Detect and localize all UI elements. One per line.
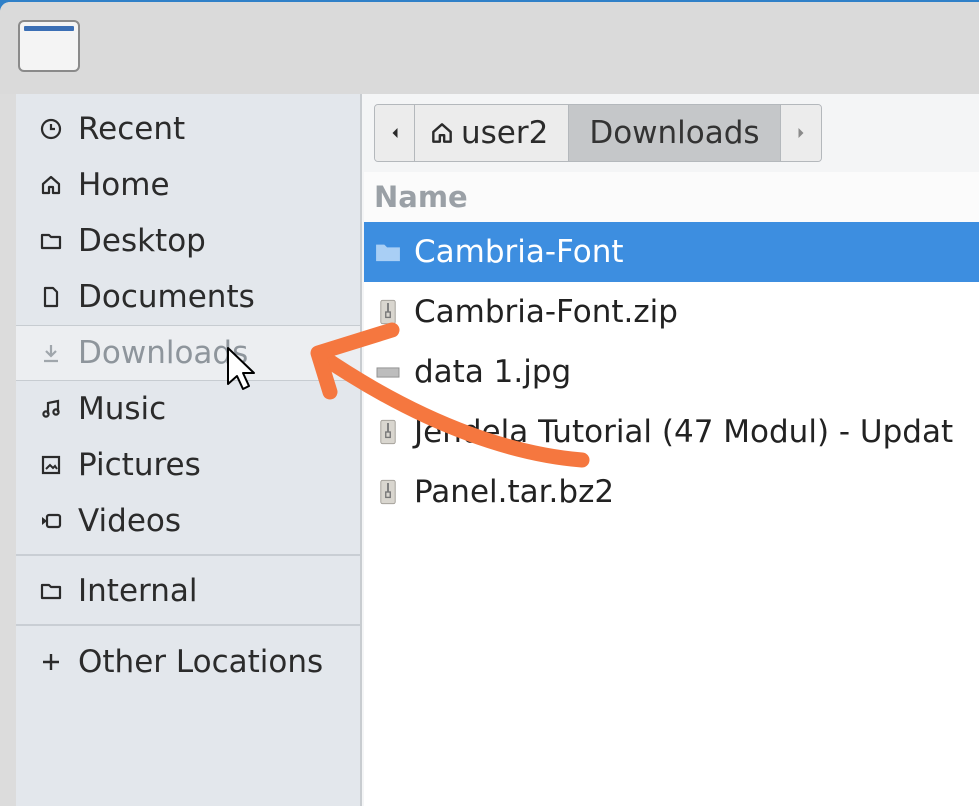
archive-icon xyxy=(374,415,402,449)
sidebar-item-label: Music xyxy=(78,391,167,427)
column-header-name[interactable]: Name xyxy=(364,172,979,222)
sidebar-separator xyxy=(16,554,360,556)
sidebar-item-internal[interactable]: Internal xyxy=(16,563,360,619)
places-sidebar: Recent Home Desktop Documents Downloads … xyxy=(16,94,360,806)
sidebar-item-label: Recent xyxy=(78,111,186,147)
video-icon xyxy=(38,507,64,535)
image-file-icon xyxy=(374,355,402,389)
sidebar-separator xyxy=(16,624,360,626)
path-current-label: Downloads xyxy=(589,115,760,151)
path-scroll-right-button[interactable] xyxy=(780,105,821,161)
file-row[interactable]: data 1.jpg xyxy=(364,342,979,402)
home-icon xyxy=(432,123,452,143)
path-button-home[interactable]: user2 xyxy=(415,105,570,161)
file-name: Panel.tar.bz2 xyxy=(414,474,615,510)
file-row[interactable]: Jendela Tutorial (47 Modul) - Updat xyxy=(364,402,979,462)
file-row[interactable]: Cambria-Font xyxy=(364,222,979,282)
sidebar-item-other-locations[interactable]: Other Locations xyxy=(16,634,360,690)
clock-icon xyxy=(38,115,64,143)
path-home-label: user2 xyxy=(461,115,549,151)
document-icon xyxy=(38,283,64,311)
file-name: Jendela Tutorial (47 Modul) - Updat xyxy=(414,414,954,450)
sidebar-item-music[interactable]: Music xyxy=(16,381,360,437)
sidebar-item-label: Videos xyxy=(78,503,182,539)
sidebar-item-desktop[interactable]: Desktop xyxy=(16,213,360,269)
title-bar xyxy=(0,2,979,94)
column-header-label: Name xyxy=(374,180,468,214)
chevron-left-icon xyxy=(392,128,397,138)
main-pane: user2 Downloads Name Cambria-Font Cambri… xyxy=(360,94,979,806)
folder-icon xyxy=(38,577,64,605)
plus-icon xyxy=(38,648,64,676)
download-icon xyxy=(38,339,64,367)
sidebar-item-label: Desktop xyxy=(78,223,206,259)
window-icon xyxy=(18,20,80,72)
path-button-current[interactable]: Downloads xyxy=(569,105,781,161)
archive-icon xyxy=(374,475,402,509)
file-row[interactable]: Panel.tar.bz2 xyxy=(364,462,979,522)
home-icon xyxy=(38,171,64,199)
archive-icon xyxy=(374,295,402,329)
music-icon xyxy=(38,395,64,423)
sidebar-item-label: Documents xyxy=(78,279,255,315)
file-chooser-window: Recent Home Desktop Documents Downloads … xyxy=(0,2,979,806)
sidebar-item-label: Internal xyxy=(78,573,198,609)
folder-icon xyxy=(38,227,64,255)
path-scroll-left-button[interactable] xyxy=(375,105,415,161)
sidebar-item-home[interactable]: Home xyxy=(16,157,360,213)
file-name: Cambria-Font.zip xyxy=(414,294,678,330)
path-bar: user2 Downloads xyxy=(374,104,822,162)
sidebar-item-label: Pictures xyxy=(78,447,201,483)
file-name: data 1.jpg xyxy=(414,354,572,390)
file-name: Cambria-Font xyxy=(414,234,624,270)
folder-icon xyxy=(374,235,402,269)
chevron-right-icon xyxy=(798,128,804,138)
image-icon xyxy=(38,451,64,479)
file-row[interactable]: Cambria-Font.zip xyxy=(364,282,979,342)
sidebar-item-label: Downloads xyxy=(78,335,249,371)
sidebar-item-pictures[interactable]: Pictures xyxy=(16,437,360,493)
sidebar-item-label: Other Locations xyxy=(78,644,324,680)
file-list: Name Cambria-Font Cambria-Font.zip data … xyxy=(364,172,979,806)
sidebar-item-label: Home xyxy=(78,167,170,203)
sidebar-item-recent[interactable]: Recent xyxy=(16,101,360,157)
sidebar-item-videos[interactable]: Videos xyxy=(16,493,360,549)
sidebar-item-downloads[interactable]: Downloads xyxy=(16,325,360,381)
sidebar-item-documents[interactable]: Documents xyxy=(16,269,360,325)
